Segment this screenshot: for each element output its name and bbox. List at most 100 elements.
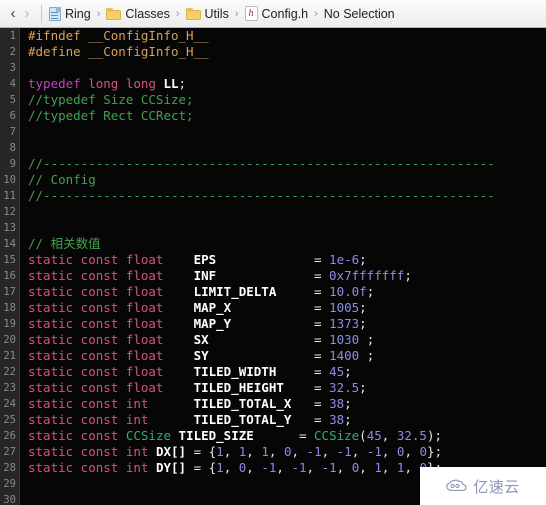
code-token: // 相关数值 (28, 236, 101, 251)
breadcrumb-item-classes[interactable]: Classes (106, 7, 170, 21)
code-token: = (208, 348, 330, 363)
line-number: 18 (3, 302, 16, 314)
code-token: #define __ConfigInfo_H__ (28, 44, 209, 59)
code-token: static const int (28, 444, 149, 459)
code-token: static const float (28, 348, 164, 363)
code-token: , (404, 460, 420, 475)
breadcrumb-separator-icon: › (314, 7, 318, 20)
code-token: = (231, 300, 330, 315)
line-number: 2 (9, 46, 16, 58)
code-token: ; (404, 268, 412, 283)
code-line: #ifndef __ConfigInfo_H__ (28, 28, 546, 44)
line-number: 3 (9, 62, 16, 74)
code-token: , (381, 460, 397, 475)
code-token: 1 (261, 444, 269, 459)
code-line: static const float LIMIT_DELTA = 10.0f; (28, 284, 546, 300)
code-line: static const float EPS = 1e-6; (28, 252, 546, 268)
code-token: = (231, 316, 330, 331)
code-token: , (246, 444, 262, 459)
line-number: 16 (3, 270, 16, 282)
code-token: ; (344, 364, 352, 379)
code-token: -1 (261, 460, 277, 475)
code-token: //--------------------------------------… (28, 156, 495, 171)
code-token: DY[] (155, 460, 187, 475)
code-token: ; (178, 76, 187, 91)
line-number: 21 (3, 350, 16, 362)
line-number: 29 (3, 478, 16, 490)
line-number: 12 (3, 206, 16, 218)
code-editor[interactable]: 1 2 3 4 5 6 7 8 9 10 11 12 13 14 15 16 17 18 19 20 21 22 23 24 2… (0, 28, 546, 505)
code-token: 10.0f (329, 284, 367, 299)
code-token: CCSize (125, 428, 171, 443)
breadcrumb-label: No Selection (323, 6, 395, 21)
breadcrumb-item-file[interactable]: h Config.h (244, 6, 308, 21)
code-token: ( (359, 428, 367, 443)
code-token: LL (163, 76, 179, 91)
watermark: 亿速云 (420, 467, 546, 505)
toolbar-divider (41, 4, 42, 23)
code-line: static const float SY = 1400 ; (28, 348, 546, 364)
code-token: = (276, 364, 330, 379)
code-token: TILED_WIDTH (193, 364, 277, 379)
code-token: //typedef Rect CCRect; (28, 108, 194, 123)
breadcrumb-label: Utils (204, 6, 229, 21)
code-token: static const int (28, 460, 149, 475)
forward-chevron-icon[interactable]: › (20, 6, 34, 21)
code-token: SY (193, 348, 209, 363)
code-token: 32.5 (396, 428, 427, 443)
code-token: 1e-6 (329, 252, 360, 267)
code-token: = (216, 268, 330, 283)
breadcrumb-separator-icon: › (96, 7, 101, 20)
code-token: static const float (28, 284, 164, 299)
code-token: = { (186, 460, 217, 475)
code-line: static const CCSize TILED_SIZE = CCSize(… (28, 428, 546, 444)
code-token: 1 (216, 460, 224, 475)
code-line: //--------------------------------------… (28, 156, 546, 172)
line-number: 28 (3, 462, 16, 474)
code-token: , (246, 460, 262, 475)
code-token: static const float (28, 332, 164, 347)
code-line: static const float MAP_Y = 1373; (28, 316, 546, 332)
code-token: 45 (329, 364, 345, 379)
code-token: ; (359, 316, 367, 331)
back-chevron-icon[interactable]: ‹ (6, 6, 20, 21)
header-file-icon: h (244, 6, 258, 21)
line-number: 19 (3, 318, 16, 330)
code-token: static const float (28, 268, 164, 283)
breadcrumb: Ring › Classes › Utils › h Config.h › No… (49, 6, 395, 21)
code-token: , (223, 460, 239, 475)
code-token: ; (344, 396, 352, 411)
breadcrumb-item-selection[interactable]: No Selection (324, 7, 395, 21)
breadcrumb-item-utils[interactable]: Utils (185, 6, 229, 21)
code-token: static const float (28, 316, 164, 331)
code-token: // Config (28, 172, 96, 187)
code-line: static const float INF = 0x7fffffff; (28, 268, 546, 284)
code-token: ); (426, 428, 442, 443)
code-token: 32.5 (329, 380, 360, 395)
code-line: //typedef Rect CCRect; (28, 108, 546, 124)
code-token: #ifndef __ConfigInfo_H__ (28, 28, 209, 43)
breadcrumb-item-project[interactable]: Ring (49, 6, 91, 21)
code-line: // 相关数值 (28, 236, 546, 252)
code-token: -1 (321, 460, 337, 475)
breadcrumb-label: Ring (65, 6, 91, 21)
code-line: static const int DX[] = {1, 1, 1, 0, -1,… (28, 444, 546, 460)
line-number: 23 (3, 382, 16, 394)
code-token: TILED_TOTAL_X (193, 396, 292, 411)
code-token: INF (193, 268, 217, 283)
code-token: ; (359, 252, 367, 267)
code-line: typedef long long LL; (28, 76, 546, 92)
code-line: #define __ConfigInfo_H__ (28, 44, 546, 60)
code-token: , (306, 460, 322, 475)
code-token: 1005 (329, 300, 360, 315)
code-line: static const int TILED_TOTAL_Y = 38; (28, 412, 546, 428)
source-code-area[interactable]: #ifndef __ConfigInfo_H__ #define __Config… (21, 28, 546, 505)
